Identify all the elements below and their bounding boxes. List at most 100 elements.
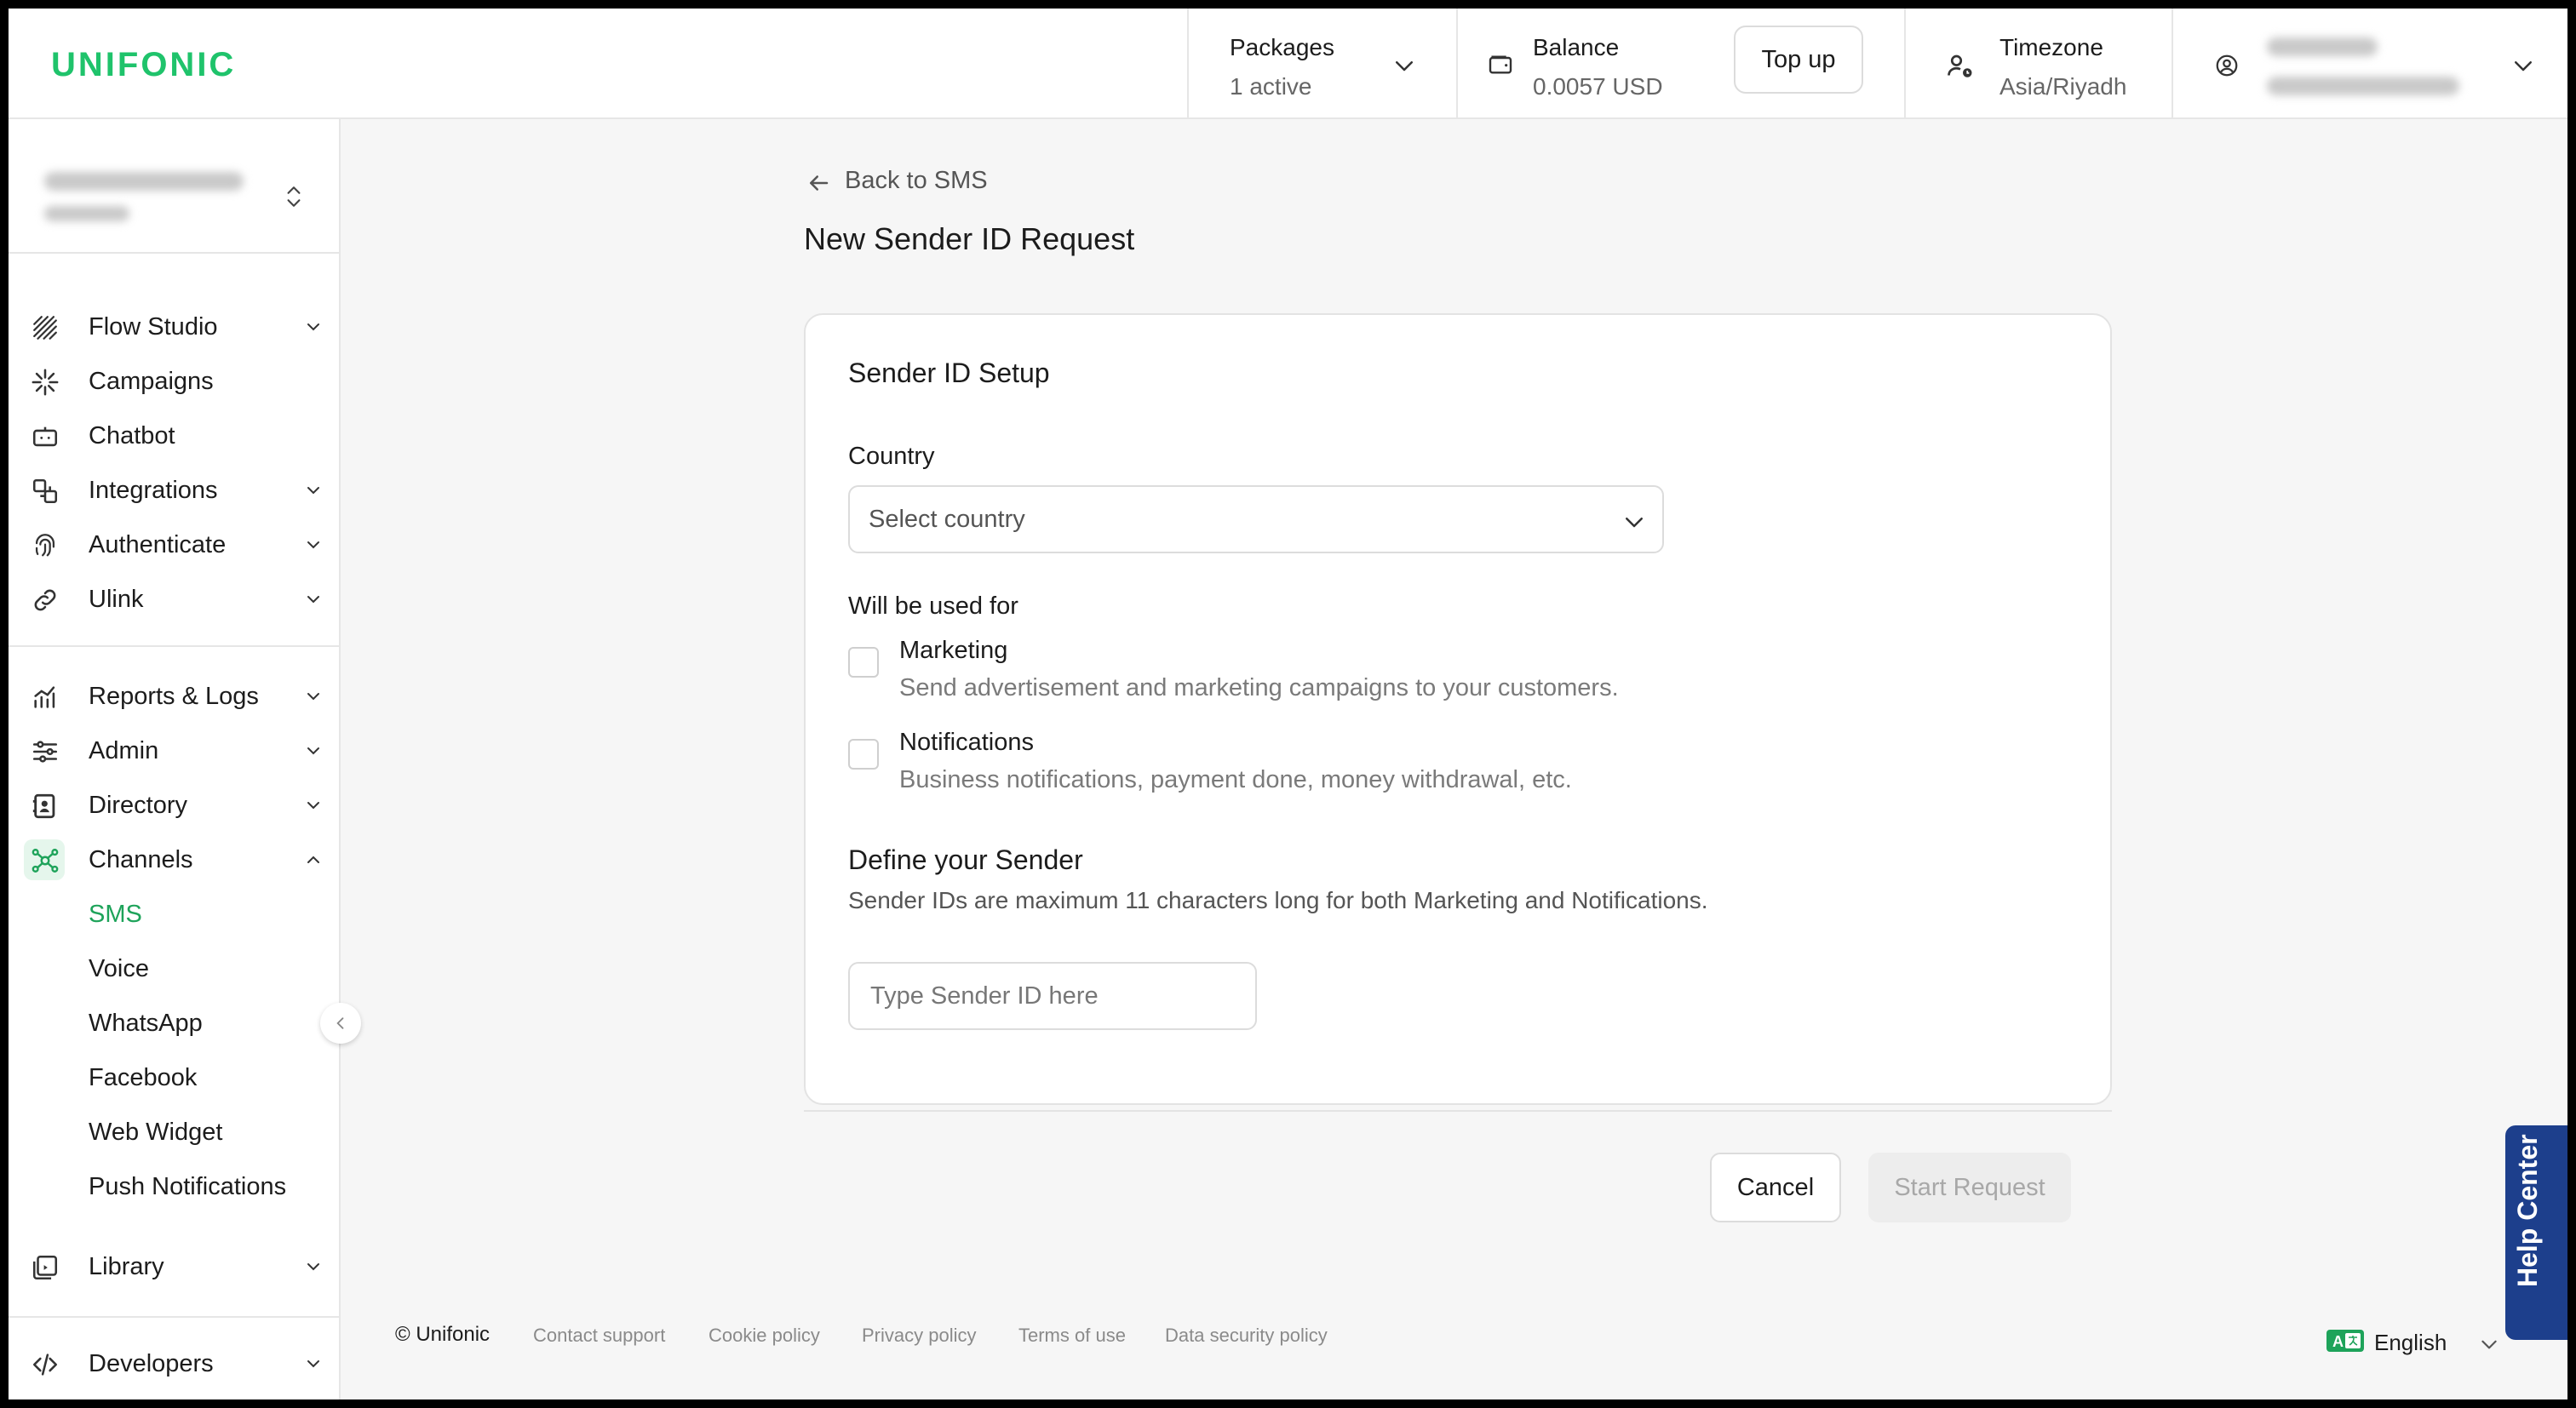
top-up-button[interactable]: Top up xyxy=(1734,26,1863,94)
user-clock-icon xyxy=(1948,54,1972,77)
chevron-down-icon xyxy=(2481,1340,2497,1349)
sidebar-subitem-sms[interactable]: SMS xyxy=(89,901,142,929)
chevron-down-icon xyxy=(307,1360,319,1368)
app-window: UNIFONIC Packages 1 active Balance 0.005… xyxy=(9,9,2567,1399)
workspace-id-redacted xyxy=(44,206,129,221)
help-center-label: Help Center xyxy=(2512,1134,2543,1287)
sidebar-subitem-web-widget[interactable]: Web Widget xyxy=(89,1119,222,1147)
sidebar-item-label: Ulink xyxy=(89,586,144,613)
language-selector[interactable]: English xyxy=(2374,1330,2447,1356)
sender-id-setup-card: Sender ID Setup Country Select country W… xyxy=(804,313,2112,1105)
link-icon xyxy=(34,589,56,611)
code-icon xyxy=(32,1354,58,1376)
chevron-down-icon xyxy=(1396,61,1413,72)
sidebar-item-label: Channels xyxy=(89,846,193,873)
terms-of-use-link[interactable]: Terms of use xyxy=(1018,1325,1126,1347)
campaigns-icon xyxy=(32,369,59,396)
library-icon xyxy=(32,1255,58,1280)
packages-selector[interactable]: Packages 1 active xyxy=(1187,9,1456,119)
chevron-down-icon xyxy=(307,802,319,810)
cancel-button[interactable]: Cancel xyxy=(1710,1153,1841,1222)
balance-value: 0.0057 USD xyxy=(1533,73,1663,100)
sidebar-item-flow-studio[interactable]: Flow Studio xyxy=(9,303,341,351)
packages-label: Packages xyxy=(1230,34,1334,60)
directory-icon xyxy=(32,793,55,819)
workspace-switcher[interactable] xyxy=(9,119,341,254)
fingerprint-icon xyxy=(35,534,55,557)
sidebar-item-label: Library xyxy=(89,1253,164,1280)
sidebar-item-admin[interactable]: Admin xyxy=(9,727,341,775)
sidebar-subitem-push-notifications[interactable]: Push Notifications xyxy=(89,1173,286,1201)
chevron-down-icon xyxy=(307,541,319,549)
marketing-description: Send advertisement and marketing campaig… xyxy=(899,674,1619,701)
timezone-label: Timezone xyxy=(1999,34,2103,60)
sidebar-item-library[interactable]: Library xyxy=(9,1243,341,1291)
marketing-checkbox[interactable] xyxy=(848,647,879,678)
notifications-label[interactable]: Notifications xyxy=(899,729,1034,757)
used-for-label: Will be used for xyxy=(848,592,1018,620)
sidebar-item-chatbot[interactable]: Chatbot xyxy=(9,412,341,460)
sidebar-item-directory[interactable]: Directory xyxy=(9,781,341,829)
sidebar-item-ulink[interactable]: Ulink xyxy=(9,575,341,623)
country-placeholder: Select country xyxy=(869,506,1025,533)
sidebar-item-label: Campaigns xyxy=(89,368,214,395)
sidebar-item-campaigns[interactable]: Campaigns xyxy=(9,358,341,405)
unifonic-logo[interactable]: UNIFONIC xyxy=(51,46,236,84)
timezone-selector[interactable]: Timezone Asia/Riyadh xyxy=(1904,9,2172,119)
account-name-redacted xyxy=(2267,37,2378,56)
privacy-policy-link[interactable]: Privacy policy xyxy=(862,1325,976,1347)
sidebar: Flow Studio Campaigns Chatbot Integratio… xyxy=(9,119,341,1399)
sidebar-subitem-whatsapp[interactable]: WhatsApp xyxy=(89,1010,203,1038)
collapse-sidebar-button[interactable] xyxy=(320,1003,361,1044)
data-security-policy-link[interactable]: Data security policy xyxy=(1165,1325,1328,1347)
chatbot-icon xyxy=(32,426,58,447)
sidebar-divider xyxy=(9,1316,341,1318)
notifications-description: Business notifications, payment done, mo… xyxy=(899,766,1572,793)
page-title: New Sender ID Request xyxy=(804,221,1135,256)
sidebar-item-label: Integrations xyxy=(89,477,218,504)
cookie-policy-link[interactable]: Cookie policy xyxy=(709,1325,820,1347)
sender-id-input[interactable] xyxy=(848,962,1257,1030)
chevron-down-icon xyxy=(307,1263,319,1271)
account-menu[interactable] xyxy=(2172,9,2567,119)
chevron-up-icon xyxy=(307,856,319,863)
wallet-icon xyxy=(1489,55,1512,74)
card-footer-divider xyxy=(804,1110,2112,1112)
sidebar-divider xyxy=(9,645,341,647)
top-bar: UNIFONIC Packages 1 active Balance 0.005… xyxy=(9,9,2567,119)
sidebar-item-channels[interactable]: Channels xyxy=(9,836,341,884)
sidebar-item-label: Chatbot xyxy=(89,422,175,449)
sidebar-item-integrations[interactable]: Integrations xyxy=(9,466,341,514)
sidebar-subitem-voice[interactable]: Voice xyxy=(89,955,149,983)
integrations-icon xyxy=(32,478,58,504)
chevron-down-icon xyxy=(307,747,319,755)
timezone-value: Asia/Riyadh xyxy=(1999,73,2127,100)
marketing-label[interactable]: Marketing xyxy=(899,637,1007,665)
sidebar-item-developers[interactable]: Developers xyxy=(9,1340,341,1388)
sidebar-item-label: Reports & Logs xyxy=(89,683,259,710)
define-sender-description: Sender IDs are maximum 11 characters lon… xyxy=(848,887,1708,913)
arrow-left-icon[interactable] xyxy=(806,170,831,196)
contact-support-link[interactable]: Contact support xyxy=(533,1325,665,1347)
sidebar-item-label: Admin xyxy=(89,737,159,764)
chevron-down-icon xyxy=(307,693,319,701)
sidebar-item-authenticate[interactable]: Authenticate xyxy=(9,521,341,569)
sliders-icon xyxy=(32,741,58,763)
flow-studio-icon xyxy=(33,316,57,340)
notifications-checkbox[interactable] xyxy=(848,739,879,770)
balance-label: Balance xyxy=(1533,34,1620,60)
copyright-text: © Unifonic xyxy=(395,1323,491,1346)
packages-value: 1 active xyxy=(1230,73,1312,100)
define-sender-title: Define your Sender xyxy=(848,844,1083,875)
country-select[interactable]: Select country xyxy=(848,485,1664,553)
chevron-down-icon xyxy=(2515,61,2532,72)
sidebar-subitem-facebook[interactable]: Facebook xyxy=(89,1064,197,1092)
svg-text:A: A xyxy=(2332,1333,2344,1350)
start-request-button[interactable]: Start Request xyxy=(1868,1153,2071,1222)
chevron-down-icon xyxy=(307,487,319,495)
sidebar-item-label: Directory xyxy=(89,792,188,819)
sidebar-item-reports-logs[interactable]: Reports & Logs xyxy=(9,673,341,720)
back-to-sms-link[interactable]: Back to SMS xyxy=(845,167,988,195)
account-org-redacted xyxy=(2267,77,2459,95)
help-center-tab[interactable]: Help Center xyxy=(2505,1125,2567,1340)
